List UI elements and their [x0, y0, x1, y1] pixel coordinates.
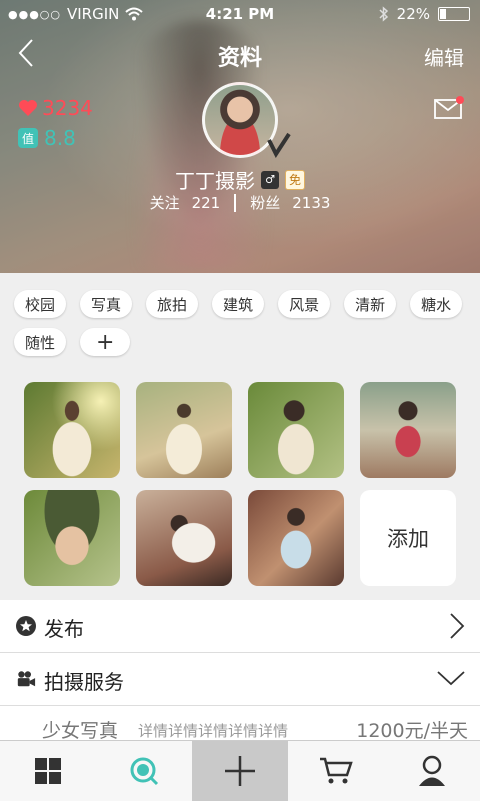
tag-item[interactable]: 清新	[344, 290, 397, 318]
photo-thumbnail[interactable]	[136, 382, 232, 478]
photo-thumbnail[interactable]	[248, 490, 344, 586]
tab-home[interactable]	[0, 741, 96, 801]
gender-icon: ♂	[261, 170, 279, 189]
tag-item[interactable]: 校园	[14, 290, 67, 318]
chevron-right-icon	[450, 613, 465, 639]
add-tag-button[interactable]: +	[80, 328, 131, 356]
verified-icon	[267, 132, 291, 158]
heart-icon	[19, 100, 37, 116]
photo-thumbnail[interactable]	[360, 382, 456, 478]
score-badge: 值	[18, 128, 38, 148]
plus-icon	[225, 756, 255, 786]
tag-list: 校园 写真 旅拍 建筑 风景 清新 糖水 随性 +	[14, 290, 474, 356]
search-icon	[130, 757, 159, 786]
tab-bar	[0, 740, 480, 801]
service-item-name: 少女写真	[42, 720, 119, 740]
tag-item[interactable]: 风景	[278, 290, 331, 318]
service-label: 拍摄服务	[44, 670, 124, 694]
photo-thumbnail[interactable]	[24, 382, 120, 478]
fans-stat[interactable]: 粉丝 2133	[250, 192, 330, 213]
tab-discover[interactable]	[96, 741, 192, 801]
following-count: 221	[191, 194, 221, 212]
following-stat[interactable]: 关注 221	[150, 192, 221, 213]
divider	[234, 193, 237, 212]
tag-item[interactable]: 糖水	[410, 290, 463, 318]
likes-count[interactable]: 3234	[18, 96, 93, 120]
tab-profile[interactable]	[384, 741, 480, 801]
photo-thumbnail[interactable]	[24, 490, 120, 586]
service-row[interactable]: 拍摄服务	[0, 653, 480, 706]
service-item-desc: 详情详情详情详情详情	[138, 722, 289, 740]
tab-cart[interactable]	[288, 741, 384, 801]
free-badge: 免	[285, 169, 305, 190]
service-item-price: 1200元/半天	[356, 720, 468, 740]
tag-item[interactable]: 写真	[80, 290, 133, 318]
publish-label: 发布	[44, 617, 84, 641]
photo-thumbnail[interactable]	[136, 490, 232, 586]
page-title: 资料	[217, 46, 262, 71]
score-value: 8.8	[44, 126, 76, 150]
chevron-down-icon	[437, 671, 465, 686]
star-icon	[16, 616, 36, 636]
service-item[interactable]: 少女写真 详情详情详情详情详情 1200元/半天	[0, 706, 480, 740]
photo-grid: 添加	[24, 382, 456, 586]
edit-button[interactable]: 编辑	[424, 42, 464, 71]
user-icon	[419, 755, 445, 786]
tag-item[interactable]: 随性	[14, 328, 67, 356]
cart-icon	[320, 757, 353, 784]
video-camera-icon	[17, 671, 36, 687]
grid-icon	[35, 758, 61, 784]
fans-count: 2133	[292, 194, 331, 212]
tab-add[interactable]	[192, 741, 288, 801]
publish-row[interactable]: 发布	[0, 600, 480, 653]
bluetooth-icon	[379, 6, 388, 22]
battery-percent: 22%	[396, 5, 430, 23]
profile-header: ●●●○○ VIRGIN 4:21 PM 22% 资料 编辑 3234 值 8.…	[0, 0, 480, 273]
battery-icon	[438, 7, 470, 21]
score-display: 值 8.8	[18, 126, 76, 150]
likes-value: 3234	[42, 96, 93, 120]
add-photo-button[interactable]: 添加	[360, 490, 456, 586]
status-bar: ●●●○○ VIRGIN 4:21 PM 22%	[0, 0, 480, 28]
mail-icon[interactable]	[434, 96, 464, 120]
tag-item[interactable]: 建筑	[212, 290, 265, 318]
photo-thumbnail[interactable]	[248, 382, 344, 478]
tag-item[interactable]: 旅拍	[146, 290, 199, 318]
user-name: 丁丁摄影	[175, 169, 255, 193]
